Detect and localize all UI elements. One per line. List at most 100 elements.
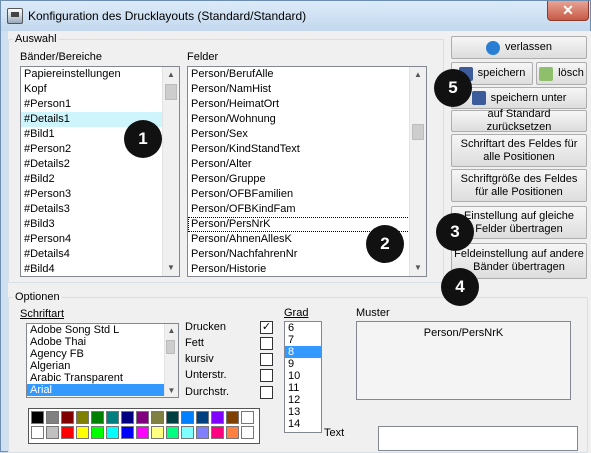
- list-item[interactable]: Person/Sex: [188, 127, 426, 142]
- felder-label: Felder: [187, 51, 219, 63]
- color-swatch[interactable]: [226, 426, 239, 439]
- color-swatch[interactable]: [166, 411, 179, 424]
- list-item[interactable]: #Person4: [21, 232, 179, 247]
- list-item[interactable]: Person/NamHist: [188, 82, 426, 97]
- list-item[interactable]: Adobe Thai: [27, 336, 178, 348]
- schriftgroesse-alle-button[interactable]: Schriftgröße des Feldes für alle Positio…: [451, 169, 587, 202]
- list-item[interactable]: Arabic Transparent: [27, 372, 178, 384]
- list-item[interactable]: #Bild4: [21, 262, 179, 276]
- list-item[interactable]: 9: [285, 358, 321, 370]
- list-item[interactable]: 7: [285, 334, 321, 346]
- baender-list[interactable]: Papiereinstellungen Kopf #Person1 #Details1…: [20, 66, 180, 277]
- title-bar[interactable]: Konfiguration des Drucklayouts (Standard…: [1, 1, 590, 31]
- color-swatch[interactable]: [136, 411, 149, 424]
- list-item[interactable]: Person/BerufAlle: [188, 67, 426, 82]
- color-swatch[interactable]: [226, 411, 239, 424]
- close-button[interactable]: ✕: [547, 1, 589, 21]
- color-swatch[interactable]: [121, 426, 134, 439]
- font-scrollbar[interactable]: ▲ ▼: [164, 324, 178, 397]
- list-item[interactable]: Person/OFBFamilien: [188, 187, 426, 202]
- loesch-button[interactable]: lösch: [536, 62, 587, 85]
- list-item[interactable]: 10: [285, 370, 321, 382]
- list-item[interactable]: 6: [285, 322, 321, 334]
- list-item[interactable]: #Person1: [21, 97, 179, 112]
- color-swatch[interactable]: [106, 426, 119, 439]
- color-swatch[interactable]: [196, 426, 209, 439]
- list-item[interactable]: Person/Gruppe: [188, 172, 426, 187]
- scroll-up-arrow-icon[interactable]: ▲: [410, 67, 426, 83]
- drucken-checkbox[interactable]: ✓: [260, 321, 273, 334]
- list-item[interactable]: 8: [285, 346, 321, 358]
- list-item[interactable]: Person/Wohnung: [188, 112, 426, 127]
- list-item[interactable]: Arial: [27, 384, 178, 396]
- scroll-down-arrow-icon[interactable]: ▼: [165, 384, 178, 397]
- scroll-down-arrow-icon[interactable]: ▼: [410, 260, 426, 276]
- color-swatch[interactable]: [166, 426, 179, 439]
- list-item[interactable]: 13: [285, 406, 321, 418]
- grad-list[interactable]: 6 7 8 9 10 11 12 13 14: [284, 321, 322, 433]
- color-swatch[interactable]: [61, 426, 74, 439]
- verlassen-button[interactable]: verlassen: [451, 36, 587, 59]
- color-swatch[interactable]: [91, 426, 104, 439]
- kursiv-checkbox[interactable]: [260, 353, 273, 366]
- fett-checkbox[interactable]: [260, 337, 273, 350]
- list-item[interactable]: Person/Historie: [188, 262, 426, 276]
- text-input[interactable]: [378, 426, 578, 451]
- list-item[interactable]: 12: [285, 394, 321, 406]
- felder-scrollbar[interactable]: ▲ ▼: [409, 67, 426, 276]
- color-swatch[interactable]: [46, 411, 59, 424]
- list-item[interactable]: 14: [285, 418, 321, 430]
- color-swatch[interactable]: [91, 411, 104, 424]
- list-item[interactable]: Adobe Song Std L: [27, 324, 178, 336]
- list-item[interactable]: Person/HeimatOrt: [188, 97, 426, 112]
- list-item[interactable]: #Bild3: [21, 217, 179, 232]
- color-palette[interactable]: [28, 408, 260, 444]
- color-swatch[interactable]: [76, 426, 89, 439]
- standard-button[interactable]: auf Standard zurücksetzen: [451, 108, 587, 133]
- durchstr-checkbox[interactable]: [260, 386, 273, 399]
- list-item[interactable]: #Details3: [21, 202, 179, 217]
- color-swatch[interactable]: [121, 411, 134, 424]
- list-item[interactable]: #Details2: [21, 157, 179, 172]
- color-swatch[interactable]: [211, 411, 224, 424]
- color-swatch[interactable]: [136, 426, 149, 439]
- color-swatch[interactable]: [241, 411, 254, 424]
- color-swatch[interactable]: [106, 411, 119, 424]
- color-swatch[interactable]: [76, 411, 89, 424]
- color-swatch[interactable]: [181, 411, 194, 424]
- list-item[interactable]: Person/Alter: [188, 157, 426, 172]
- schriftart-alle-button[interactable]: Schriftart des Feldes für alle Positione…: [451, 134, 587, 167]
- scroll-up-arrow-icon[interactable]: ▲: [165, 324, 178, 337]
- scroll-thumb[interactable]: [166, 340, 175, 354]
- scroll-thumb[interactable]: [412, 124, 424, 140]
- scroll-up-arrow-icon[interactable]: ▲: [163, 67, 179, 83]
- list-item[interactable]: 11: [285, 382, 321, 394]
- list-item[interactable]: #Details4: [21, 247, 179, 262]
- kursiv-label: kursiv: [185, 353, 214, 365]
- font-list[interactable]: Adobe Song Std L Adobe Thai Agency FB Alger…: [26, 323, 179, 398]
- color-swatch[interactable]: [31, 426, 44, 439]
- scroll-down-arrow-icon[interactable]: ▼: [163, 260, 179, 276]
- scroll-thumb[interactable]: [165, 84, 177, 100]
- list-item[interactable]: Agency FB: [27, 348, 178, 360]
- color-swatch[interactable]: [151, 411, 164, 424]
- list-item[interactable]: Person/KindStandText: [188, 142, 426, 157]
- color-swatch[interactable]: [46, 426, 59, 439]
- color-swatch[interactable]: [196, 411, 209, 424]
- color-swatch[interactable]: [31, 411, 44, 424]
- list-item[interactable]: Kopf: [21, 82, 179, 97]
- font-items: Adobe Song Std L Adobe Thai Agency FB Alger…: [27, 324, 178, 396]
- color-swatch[interactable]: [61, 411, 74, 424]
- list-item[interactable]: Algerian: [27, 360, 178, 372]
- list-item[interactable]: Papiereinstellungen: [21, 67, 179, 82]
- baender-scrollbar[interactable]: ▲ ▼: [162, 67, 179, 276]
- list-item[interactable]: #Person3: [21, 187, 179, 202]
- color-swatch[interactable]: [241, 426, 254, 439]
- color-swatch[interactable]: [211, 426, 224, 439]
- list-item[interactable]: Person/OFBKindFam: [188, 202, 426, 217]
- unterstr-checkbox[interactable]: [260, 369, 273, 382]
- color-swatch[interactable]: [181, 426, 194, 439]
- color-swatch[interactable]: [151, 426, 164, 439]
- dialog-client: Auswahl Bänder/Bereiche Felder Papierein…: [8, 31, 591, 453]
- list-item[interactable]: #Bild2: [21, 172, 179, 187]
